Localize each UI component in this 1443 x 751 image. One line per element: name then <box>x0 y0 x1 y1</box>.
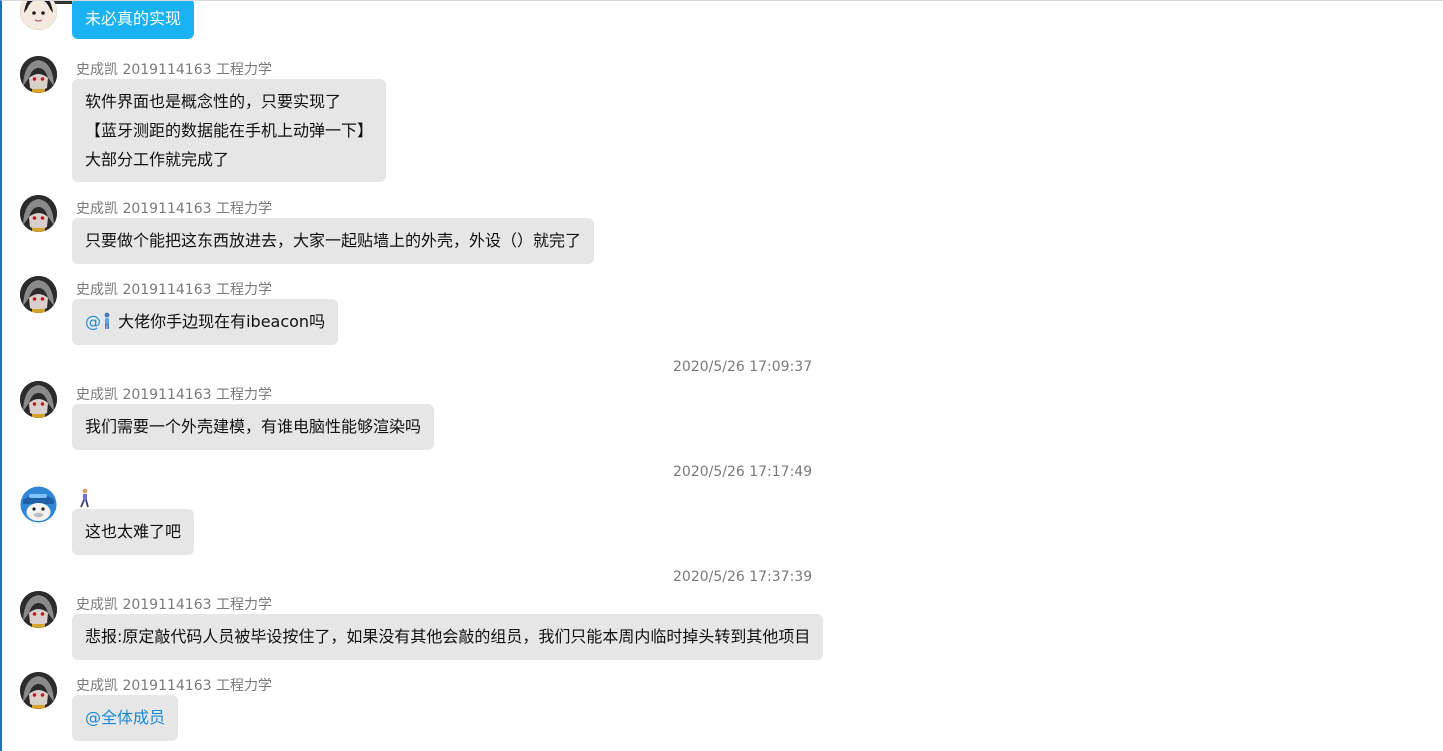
user-avatar[interactable] <box>20 276 57 313</box>
user-avatar[interactable] <box>20 195 57 232</box>
mention-link[interactable]: @ <box>85 312 118 331</box>
message-bubble[interactable]: 软件界面也是概念性的，只要实现了 【蓝牙测距的数据能在手机上动弹一下】 大部分工… <box>72 79 387 182</box>
user-avatar[interactable] <box>20 381 57 418</box>
message-bubble[interactable]: 只要做个能把这东西放进去，大家一起贴墙上的外壳，外设（）就完了 <box>72 218 595 264</box>
message-bubble[interactable]: 这也太难了吧 <box>72 509 195 555</box>
message-text: 悲报:原定敲代码人员被毕设按住了，如果没有其他会敲的组员，我们只能本周内临时掉头… <box>85 627 811 646</box>
user-avatar[interactable] <box>20 1 57 30</box>
sender-name: 史成凯 2019114163 工程力学 <box>76 387 272 403</box>
message-bubble[interactable]: @全体成员 <box>72 695 179 741</box>
sender-name: 史成凯 2019114163 工程力学 <box>76 62 272 78</box>
message-text-line: 软件界面也是概念性的，只要实现了 <box>85 92 342 111</box>
mention-all-link[interactable]: @全体成员 <box>85 708 165 727</box>
message-bubble[interactable]: @ 大佬你手边现在有ibeacon吗 <box>72 299 339 345</box>
person-standing-icon <box>104 312 110 329</box>
message-bubble[interactable]: 悲报:原定敲代码人员被毕设按住了，如果没有其他会敲的组员，我们只能本周内临时掉头… <box>72 614 824 660</box>
message-text: 我们需要一个外壳建模，有谁电脑性能够渲染吗 <box>85 417 422 436</box>
message-text: 这也太难了吧 <box>85 522 182 541</box>
timestamp: 2020/5/26 17:37:39 <box>673 569 813 585</box>
user-avatar[interactable] <box>20 486 57 523</box>
message-bubble[interactable]: 我们需要一个外壳建模，有谁电脑性能够渲染吗 <box>72 404 435 450</box>
timestamp: 2020/5/26 17:17:49 <box>673 464 813 480</box>
sender-name: 史成凯 2019114163 工程力学 <box>76 282 272 298</box>
message-text-line: 【蓝牙测距的数据能在手机上动弹一下】 <box>85 121 374 140</box>
message-text: 大佬你手边现在有ibeacon吗 <box>118 312 326 331</box>
chat-window: 未必真的实现 史成凯 2019114163 工程力学 软件界面也是概念性的，只要… <box>0 0 1443 751</box>
user-avatar[interactable] <box>20 672 57 709</box>
timestamp: 2020/5/26 17:09:37 <box>673 359 813 375</box>
message-text: 只要做个能把这东西放进去，大家一起贴墙上的外壳，外设（）就完了 <box>85 231 582 250</box>
user-avatar[interactable] <box>20 56 57 93</box>
message-text-line: 大部分工作就完成了 <box>85 150 230 169</box>
message-text: 未必真的实现 <box>85 9 182 28</box>
sender-name: 史成凯 2019114163 工程力学 <box>76 678 272 694</box>
mention-at: @ <box>85 312 101 331</box>
user-avatar[interactable] <box>20 591 57 628</box>
sender-name: 史成凯 2019114163 工程力学 <box>76 201 272 217</box>
message-bubble[interactable]: 未必真的实现 <box>72 1 195 39</box>
sender-name: 史成凯 2019114163 工程力学 <box>76 597 272 613</box>
